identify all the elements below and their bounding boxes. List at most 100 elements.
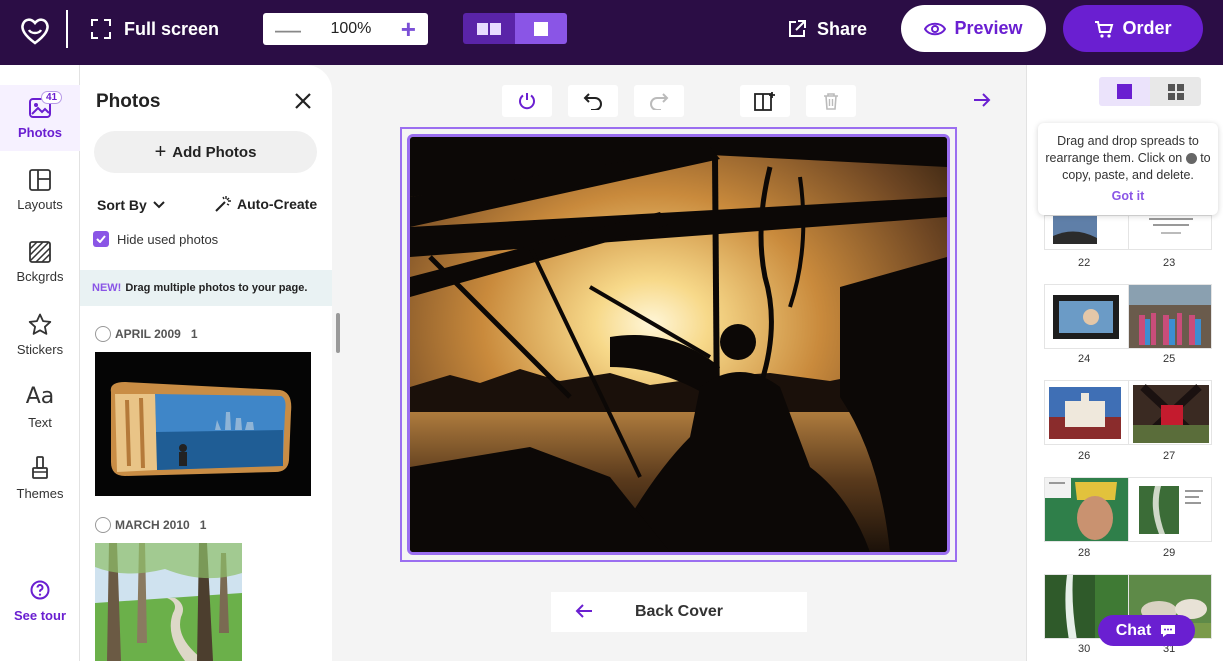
window-view-photo bbox=[95, 352, 311, 496]
single-page-view-button[interactable] bbox=[515, 13, 567, 44]
eye-icon bbox=[924, 22, 947, 35]
undo-icon bbox=[583, 93, 602, 110]
trash-icon bbox=[824, 93, 838, 110]
page-number: 23 bbox=[1163, 257, 1176, 269]
preview-button[interactable]: Preview bbox=[901, 5, 1046, 52]
hide-used-checkbox[interactable] bbox=[93, 231, 109, 247]
rail-item-stickers[interactable]: Stickers bbox=[0, 302, 80, 368]
panel-title: Photos bbox=[96, 91, 161, 112]
magic-wand-icon bbox=[215, 196, 231, 212]
order-button[interactable]: Order bbox=[1063, 5, 1203, 52]
text-icon: Aa bbox=[25, 384, 55, 409]
grid-view-button[interactable] bbox=[1150, 77, 1201, 106]
got-it-button[interactable]: Got it bbox=[1044, 188, 1212, 205]
add-page-button[interactable] bbox=[740, 85, 790, 117]
page-thumbnail bbox=[1129, 381, 1212, 444]
group-date-label: APRIL 2009 bbox=[115, 327, 181, 341]
see-tour-button[interactable]: See tour bbox=[0, 580, 80, 623]
square-icon bbox=[1117, 84, 1132, 99]
group-count: 1 bbox=[199, 518, 207, 532]
spread-thumbnail[interactable] bbox=[1044, 215, 1212, 250]
grid-icon bbox=[1167, 83, 1184, 100]
single-spread-view-button[interactable] bbox=[1099, 77, 1150, 106]
spread-view-button[interactable] bbox=[463, 13, 515, 44]
undo-button[interactable] bbox=[568, 85, 618, 117]
sort-by-dropdown[interactable]: Sort By bbox=[97, 197, 165, 213]
photo-thumbnail[interactable] bbox=[95, 352, 311, 496]
new-feature-banner: NEW! Drag multiple photos to your page. bbox=[80, 270, 332, 306]
rail-item-text[interactable]: Aa Text bbox=[0, 374, 80, 440]
chat-label: Chat bbox=[1115, 621, 1152, 639]
photo-frame[interactable] bbox=[407, 134, 950, 555]
star-icon bbox=[28, 313, 52, 335]
banner-text: Drag multiple photos to your page. bbox=[125, 282, 308, 294]
next-page-arrow-icon[interactable] bbox=[972, 90, 992, 110]
photo-group-header: APRIL 2009 1 bbox=[95, 326, 198, 342]
rail-item-layouts[interactable]: Layouts bbox=[0, 157, 80, 223]
page-thumbnail bbox=[1129, 478, 1212, 541]
add-photos-button[interactable]: + Add Photos bbox=[94, 131, 317, 173]
zoom-out-button[interactable]: — bbox=[275, 16, 301, 42]
auto-create-button[interactable]: Auto-Create bbox=[214, 195, 317, 213]
heart-logo-icon[interactable] bbox=[18, 14, 52, 48]
page-number: 25 bbox=[1163, 353, 1176, 365]
select-group-radio[interactable] bbox=[95, 326, 111, 342]
spread-thumbnail[interactable] bbox=[1044, 380, 1212, 445]
redo-button[interactable] bbox=[634, 85, 684, 117]
rail-item-themes[interactable]: Themes bbox=[0, 445, 80, 511]
hide-used-label: Hide used photos bbox=[117, 231, 219, 247]
close-icon bbox=[295, 93, 311, 109]
topbar-divider bbox=[66, 10, 68, 48]
zoom-control: — 100% + bbox=[263, 13, 428, 45]
more-options-icon bbox=[1185, 153, 1197, 165]
select-group-radio[interactable] bbox=[95, 517, 111, 533]
page-number: 30 bbox=[1078, 643, 1091, 655]
auto-create-label: Auto-Create bbox=[237, 196, 318, 212]
photo-group-header: MARCH 2010 1 bbox=[95, 517, 206, 533]
rail-photos-label: Photos bbox=[17, 124, 63, 140]
single-page-icon bbox=[534, 21, 548, 36]
chat-button[interactable]: Chat bbox=[1098, 615, 1195, 646]
rail-item-backgrounds[interactable]: Bckgrds bbox=[0, 229, 80, 295]
zoom-value: 100% bbox=[330, 20, 372, 37]
power-button[interactable] bbox=[502, 85, 552, 117]
photos-panel: Photos + Add Photos Sort By Auto-Create … bbox=[80, 65, 332, 661]
share-button[interactable]: Share bbox=[787, 14, 867, 44]
group-count: 1 bbox=[190, 327, 198, 341]
delete-button[interactable] bbox=[806, 85, 856, 117]
spread-thumbnail[interactable] bbox=[1044, 284, 1212, 349]
power-icon bbox=[519, 93, 535, 110]
preview-label: Preview bbox=[954, 18, 1023, 38]
back-cover-label: Back Cover bbox=[634, 603, 724, 620]
page-thumbnail bbox=[1045, 216, 1129, 249]
chevron-down-icon bbox=[153, 201, 165, 209]
zoom-in-button[interactable]: + bbox=[401, 16, 416, 42]
check-icon bbox=[96, 235, 106, 243]
sunset-boat-photo bbox=[410, 137, 947, 552]
fullscreen-button[interactable]: Full screen bbox=[90, 14, 219, 44]
arrow-left-icon bbox=[575, 604, 592, 618]
layouts-icon bbox=[29, 168, 51, 191]
page-number: 26 bbox=[1078, 450, 1091, 462]
back-cover-button[interactable]: Back Cover bbox=[551, 592, 807, 632]
rearrange-tip-popover: Drag and drop spreads to rearrange them.… bbox=[1038, 123, 1218, 215]
pages-view-toggle bbox=[1099, 77, 1201, 106]
share-label: Share bbox=[817, 18, 868, 39]
rail-item-photos[interactable]: 41 Photos bbox=[0, 85, 80, 151]
rail-stickers-label: Stickers bbox=[16, 342, 64, 357]
sort-by-label: Sort By bbox=[97, 197, 147, 213]
rail-text-label: Text bbox=[28, 415, 52, 430]
park-path-photo bbox=[95, 543, 242, 661]
photo-thumbnail[interactable] bbox=[95, 543, 242, 661]
fullscreen-icon bbox=[91, 19, 111, 39]
share-icon bbox=[789, 20, 806, 37]
page-thumbnail bbox=[1045, 381, 1129, 444]
add-photos-label: Add Photos bbox=[172, 143, 257, 161]
page-number: 28 bbox=[1078, 547, 1091, 559]
close-panel-button[interactable] bbox=[294, 90, 312, 116]
page-thumbnail bbox=[1045, 478, 1129, 541]
panel-scrollbar[interactable] bbox=[336, 313, 340, 353]
spread-thumbnail[interactable] bbox=[1044, 477, 1212, 542]
pages-panel: 22 23 24 25 26 27 28 29 30 31 Drag and d… bbox=[1026, 65, 1223, 661]
tip-text-line1: Drag and drop spreads to rearrange them.… bbox=[1045, 134, 1199, 165]
